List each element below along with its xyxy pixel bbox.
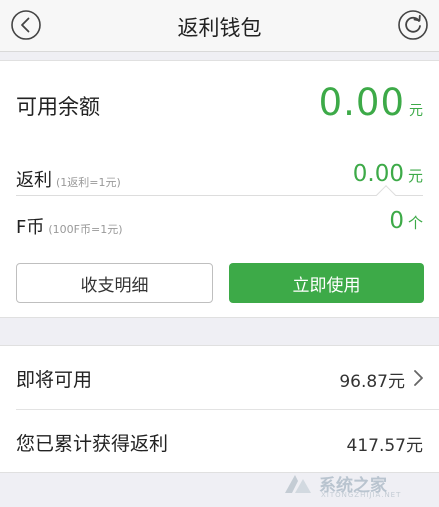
rebate-label-text: 返利 [16, 170, 52, 191]
watermark-logo-icon [285, 475, 311, 493]
balance-label: 可用余额 [16, 95, 100, 119]
use-now-button[interactable]: 立即使用 [229, 263, 424, 303]
wallet-card: 可用余额 0.00 元 返利 (1返利=1元) 0.00 元 F币 (100F币=1… [0, 60, 439, 318]
fcoin-hint: (100F币=1元) [48, 223, 123, 236]
fcoin-label-text: F币 [16, 217, 45, 238]
details-button[interactable]: 收支明细 [16, 263, 213, 303]
rebate-hint: (1返利=1元) [56, 176, 121, 189]
watermark-subtext: XITONGZHIJIA.NET [321, 491, 402, 499]
balance-unit: 元 [409, 103, 423, 119]
page-title: 返利钱包 [177, 16, 262, 40]
rebate-amount: 0.00 [352, 161, 404, 187]
total-rebate-label: 您已累计获得返利 [16, 433, 169, 455]
refresh-circle-icon [398, 10, 428, 40]
fcoin-unit: 个 [407, 214, 423, 232]
rebate-label: 返利 (1返利=1元) [16, 166, 121, 192]
fcoin-amount: 0 [389, 208, 404, 234]
fcoin-value: 0 个 [389, 208, 423, 234]
chevron-right-icon [414, 370, 423, 386]
summary-list: 即将可用 96.87元 您已累计获得返利 417.57元 [0, 345, 439, 473]
nav-bar: 返利钱包 [0, 0, 439, 52]
watermark: 系统之家 XITONGZHIJIA.NET [281, 471, 431, 501]
divider-notch [376, 185, 396, 205]
balance-divider [16, 195, 423, 196]
total-rebate-row: 您已累计获得返利 417.57元 [0, 410, 439, 473]
balance-value: 0.00 元 [319, 81, 423, 124]
upcoming-value: 96.87元 [339, 372, 405, 392]
fcoin-label: F币 (100F币=1元) [16, 213, 122, 239]
rebate-unit: 元 [407, 167, 423, 185]
upcoming-row[interactable]: 即将可用 96.87元 [0, 346, 439, 409]
rebate-value: 0.00 元 [353, 161, 423, 187]
balance-amount: 0.00 [318, 81, 405, 124]
refresh-button[interactable] [397, 9, 429, 41]
upcoming-label: 即将可用 [16, 369, 93, 391]
total-rebate-value: 417.57元 [346, 436, 423, 456]
